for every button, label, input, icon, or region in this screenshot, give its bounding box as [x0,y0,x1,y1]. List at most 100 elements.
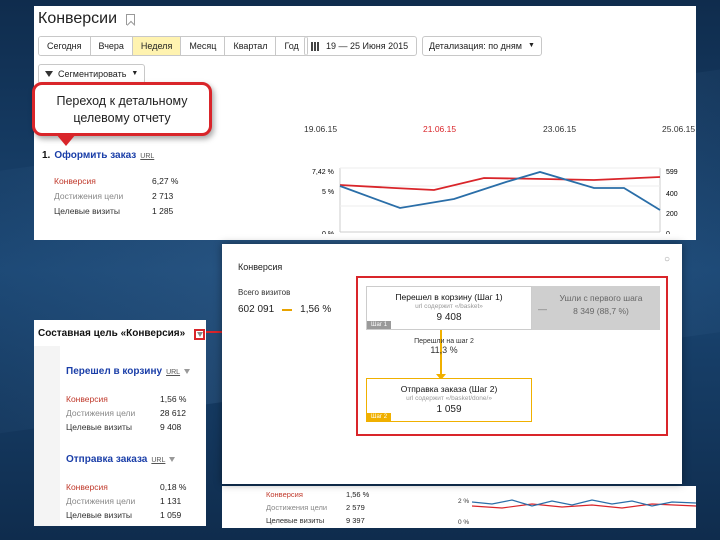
funnel-icon [196,332,203,337]
metric-label: Целевые визиты [66,510,133,520]
metric-row: Конверсия 6,27 % [54,176,204,186]
funnel-report-button[interactable] [194,329,205,340]
metric-value: 6,27 % [152,176,179,186]
page-title: Конверсии [38,10,118,27]
goal-name: Оформить заказ [54,150,137,161]
metric-value: 1 059 [160,510,182,520]
funnel-icon[interactable] [184,369,191,374]
step-value: 9 408 [436,312,462,323]
metric-value: 1,56 % [160,394,187,404]
dropoff-value: 8 349 (88,7 %) [573,306,629,316]
date-label: 19.06.15 [304,124,338,134]
y-left-tick: 5 % [322,189,334,196]
funnel-icon [45,71,53,77]
tab-today[interactable]: Сегодня [39,37,91,55]
step-title: Перешел в корзину (Шаг 1) [395,292,503,302]
tab-yesterday[interactable]: Вчера [90,37,133,55]
sub-goal-url-tag[interactable]: URL [151,457,165,464]
y-right-tick: 200 [666,211,678,218]
detail-label: Детализация: по дням [429,41,522,51]
background-metric-row: Целевые визиты 9 397 [266,516,365,525]
step-title: Отправка заказа (Шаг 2) [400,384,498,394]
detail-select[interactable]: Детализация: по дням ▼ [422,36,542,56]
metric-value: 2 713 [152,191,174,201]
metric-label: Целевые визиты [66,422,133,432]
sub-goal-name: Отправка заказа [66,454,148,465]
background-chart [472,499,696,509]
step-value: 1 059 [436,404,462,415]
dropoff-info: Ушли с первого шага 8 349 (88,7 %) [542,292,660,318]
date-label: 23.06.15 [543,124,577,134]
tab-week[interactable]: Неделя [132,37,182,55]
metric-row: Конверсия 1,56 % [66,394,206,404]
y-right-tick: 400 [666,191,678,198]
callout-tail [56,134,76,146]
funnel-step-1[interactable]: Перешел в корзину (Шаг 1) url содержит «… [366,286,532,330]
date-label: 25.06.15 [662,124,696,134]
total-visits: 602 091 1,56 % [238,304,331,315]
total-conversion-value: 1,56 % [300,304,332,315]
tab-quarter[interactable]: Квартал [225,37,277,55]
funnel-step-2[interactable]: Отправка заказа (Шаг 2) url содержит «/b… [366,378,532,422]
metric-label: Конверсия [66,482,108,492]
sub-goal-link[interactable]: Отправка заказа URL [66,454,176,465]
metric-value: 2 579 [346,503,365,512]
metric-value: 0,18 % [160,482,187,492]
tab-year[interactable]: Год [276,37,307,55]
sub-goal-name: Перешел в корзину [66,366,163,377]
background-metric-row: Достижения цели 2 579 [266,503,365,512]
date-label: 21.06.15 [423,124,457,134]
date-range-picker[interactable]: 19 — 25 Июня 2015 [304,36,418,56]
goal-chart: 7,42 % 5 % 0 % 599 400 200 0 [312,167,678,234]
composite-goal-card: Составная цель «Конверсия» Перешел в кор… [34,320,206,526]
segment-label: Сегментировать [58,69,127,79]
segment-button[interactable]: Сегментировать ▼ [38,64,146,84]
step-conversion-value: 11,3 % [430,345,458,355]
dropoff-label: Ушли с первого шага [559,293,643,303]
goal-link[interactable]: 1. Оформить заказ URL [42,150,154,161]
step-url: url содержит «/basket» [415,303,483,310]
goal-url-tag[interactable]: URL [140,153,154,160]
card-gutter [34,346,60,526]
metric-label: Конверсия [54,176,96,186]
bookmark-icon[interactable] [126,14,135,25]
metric-value: 9 397 [346,516,365,525]
metric-row: Целевые визиты 9 408 [66,422,206,432]
metric-label: Целевые визиты [54,206,121,216]
y-left-tick: 7,42 % [312,169,334,176]
metric-value: 1 131 [160,496,182,506]
chevron-down-icon: ▼ [527,42,535,49]
step-conversion: Перешли на шаг 2 11,3 % [414,338,474,355]
close-icon[interactable]: ○ [664,254,670,265]
metric-value: 28 612 [160,408,186,418]
series-line-red [472,503,696,509]
funnel-modal: Конверсия ○ Всего визитов 602 091 1,56 %… [222,244,682,484]
sub-goal-link[interactable]: Перешел в корзину URL [66,366,191,377]
modal-title: Конверсия [238,262,283,272]
step-conversion-label: Перешли на шаг 2 [414,338,474,345]
metric-row: Достижения цели 1 131 [66,496,206,506]
tab-month[interactable]: Месяц [181,37,226,55]
sub-goal-url-tag[interactable]: URL [166,369,180,376]
metric-row: Целевые визиты 1 059 [66,510,206,520]
metric-value: 9 408 [160,422,182,432]
step-url: url содержит «/basket/done/» [406,395,492,402]
metric-label: Достижения цели [266,503,328,512]
calendar-icon [311,41,320,51]
metric-label: Целевые визиты [266,516,325,525]
callout-detail-report: Переход к детальному целевому отчету [32,82,212,136]
total-visits-label: Всего визитов [238,288,291,297]
y-tick: 0 % [458,519,470,526]
y-right-tick: 0 [666,231,670,234]
metric-row: Достижения цели 28 612 [66,408,206,418]
background-metric-row: Конверсия 1,56 % [266,490,369,499]
funnel-icon[interactable] [169,457,176,462]
y-left-tick: 0 % [322,231,334,234]
metric-label: Достижения цели [66,496,136,506]
goal-number: 1. [42,150,51,161]
metric-label: Конверсия [66,394,108,404]
chevron-down-icon: ▼ [131,70,139,77]
step-tag: Шаг 1 [367,321,392,329]
metric-value: 1,56 % [346,490,370,499]
metric-row: Целевые визиты 1 285 [54,206,204,216]
